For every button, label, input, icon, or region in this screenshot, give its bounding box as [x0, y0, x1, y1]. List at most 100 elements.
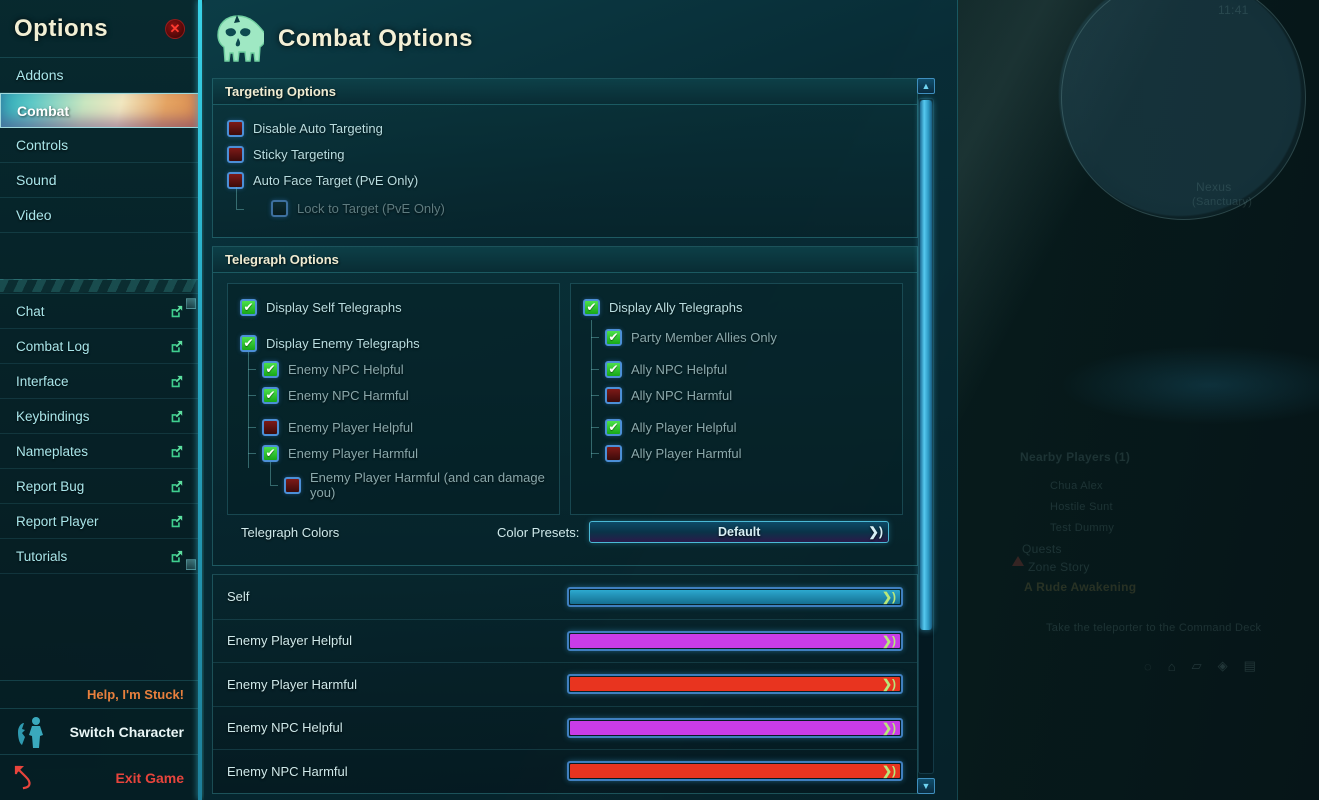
checkbox-row-enemy-npc-harmful[interactable]: Enemy NPC Harmful: [240, 382, 547, 408]
checkbox-auto-face-target[interactable]: [227, 171, 244, 189]
color-swatch-enemy-player-harmful[interactable]: ❯): [567, 674, 903, 695]
sidebar-item-addons[interactable]: Addons: [0, 58, 199, 93]
color-swatch-enemy-npc-helpful[interactable]: ❯): [567, 717, 903, 738]
checkbox-ally-npc-helpful[interactable]: [605, 360, 622, 378]
sidebar-item-report-player[interactable]: Report Player: [0, 504, 199, 539]
sidebar-item-controls[interactable]: Controls: [0, 128, 199, 163]
exit-game-button[interactable]: Exit Game: [0, 754, 200, 800]
checkbox-party-member-allies-only[interactable]: [605, 328, 622, 346]
checkbox-display-enemy-telegraphs[interactable]: [240, 334, 257, 352]
sidebar-item-tutorials[interactable]: Tutorials: [0, 539, 199, 574]
checkbox-row-enemy-player-harmful[interactable]: Enemy Player Harmful: [240, 440, 547, 466]
color-row-enemy-npc-harmful: Enemy NPC Harmful ❯): [213, 749, 917, 793]
checkbox-row-auto-face-target[interactable]: Auto Face Target (PvE Only): [227, 167, 903, 193]
chevron-right-icon: ❯): [868, 524, 883, 539]
tracker-quest-objective: Take the teleporter to the Command Deck: [1046, 622, 1262, 634]
sidebar-item-report-bug[interactable]: Report Bug: [0, 469, 199, 504]
checkbox-row-enemy-player-helpful[interactable]: Enemy Player Helpful: [240, 414, 547, 440]
sidebar-item-combat-log[interactable]: Combat Log: [0, 329, 199, 364]
help-im-stuck-label: Help, I'm Stuck!: [87, 687, 184, 702]
checkbox-disable-auto-targeting[interactable]: [227, 119, 244, 137]
secondary-nav: Chat Combat Log Interface Keybindings Na…: [0, 293, 199, 574]
help-im-stuck-button[interactable]: Help, I'm Stuck!: [0, 680, 200, 708]
minimap-zone-name: Nexus: [1196, 180, 1232, 194]
color-swatch-enemy-player-helpful[interactable]: ❯): [567, 630, 903, 651]
checkbox-ally-npc-harmful[interactable]: [605, 386, 622, 404]
character-icon: ◈: [1217, 658, 1228, 673]
tracker-entry: Test Dummy: [1050, 522, 1115, 534]
close-icon[interactable]: ✕: [165, 18, 185, 39]
telegraph-color-rows: Self ❯) Enemy Player Helpful ❯) Enemy Pl…: [212, 574, 918, 794]
checkbox-row-enemy-player-harmful-damage[interactable]: Enemy Player Harmful (and can damage you…: [240, 462, 547, 500]
checkbox-display-ally-telegraphs[interactable]: [583, 298, 600, 316]
checkbox-enemy-player-harmful-damage[interactable]: [284, 476, 301, 494]
checkbox-label: Party Member Allies Only: [631, 329, 777, 345]
checkbox-sticky-targeting[interactable]: [227, 145, 244, 163]
chevron-right-icon: ❯): [881, 633, 896, 648]
telegraph-colors-title: Telegraph Colors: [241, 524, 340, 540]
tree-line: [248, 369, 256, 370]
checkbox-row-display-enemy-telegraphs[interactable]: Display Enemy Telegraphs: [240, 330, 547, 356]
checkbox-row-ally-npc-harmful[interactable]: Ally NPC Harmful: [583, 382, 890, 408]
checkbox-row-display-ally-telegraphs[interactable]: Display Ally Telegraphs: [583, 294, 890, 320]
sidebar-item-label: Combat: [17, 102, 70, 119]
external-link-icon: [171, 305, 183, 317]
panel-scrollbar[interactable]: ▲ ▼: [917, 78, 935, 794]
checkbox-row-ally-npc-helpful[interactable]: Ally NPC Helpful: [583, 356, 890, 382]
checkbox-label: Display Enemy Telegraphs: [266, 335, 420, 351]
checkbox-ally-player-helpful[interactable]: [605, 418, 622, 436]
swatch-fill: [570, 764, 900, 779]
checkbox-row-disable-auto-targeting[interactable]: Disable Auto Targeting: [227, 115, 903, 141]
checkbox-row-enemy-npc-helpful[interactable]: Enemy NPC Helpful: [240, 356, 547, 382]
enemy-suboptions: Enemy NPC Helpful Enemy NPC Harmful Enem: [240, 352, 547, 500]
color-presets-dropdown[interactable]: Default ❯): [589, 521, 889, 543]
checkbox-label: Auto Face Target (PvE Only): [253, 172, 419, 188]
checkbox-row-ally-player-helpful[interactable]: Ally Player Helpful: [583, 414, 890, 440]
sidebar-item-label: Controls: [16, 137, 69, 153]
checkbox-display-self-telegraphs[interactable]: [240, 298, 257, 316]
sidebar-item-label: Addons: [16, 67, 64, 83]
checkbox-label: Enemy NPC Harmful: [288, 387, 409, 403]
scroll-down-button[interactable]: ▼: [917, 778, 935, 794]
sidebar-item-combat[interactable]: Combat: [0, 93, 199, 128]
targeting-options-header: Targeting Options: [213, 79, 917, 105]
scrollbar-thumb[interactable]: [920, 100, 932, 630]
combat-options-panel: Combat Options Targeting Options Disable…: [204, 0, 958, 800]
swatch-fill: [570, 633, 900, 648]
color-swatch-self[interactable]: ❯): [567, 586, 903, 607]
sidebar-item-nameplates[interactable]: Nameplates: [0, 434, 199, 469]
telegraph-options-header: Telegraph Options: [213, 247, 917, 273]
telegraph-options-body: Display Self Telegraphs Display Enemy Te…: [213, 273, 917, 565]
nav-scroll-down-handle[interactable]: [186, 559, 196, 570]
checkbox-enemy-npc-helpful[interactable]: [262, 360, 279, 378]
nav-scroll-up-handle[interactable]: [186, 298, 196, 309]
checkbox-ally-player-harmful[interactable]: [605, 444, 622, 462]
color-row-label: Enemy Player Helpful: [227, 633, 352, 649]
tree-line: [248, 395, 256, 396]
external-link-icon: [171, 550, 183, 562]
checkbox-label: Lock to Target (PvE Only): [297, 200, 445, 216]
checkbox-row-sticky-targeting[interactable]: Sticky Targeting: [227, 141, 903, 167]
sidebar-item-interface[interactable]: Interface: [0, 364, 199, 399]
checkbox-enemy-player-harmful[interactable]: [262, 444, 279, 462]
color-swatch-enemy-npc-harmful[interactable]: ❯): [567, 761, 903, 782]
switch-character-button[interactable]: Switch Character: [0, 708, 200, 754]
action-bar: ◌ ⌂ ▱ ◈ ▤: [1100, 655, 1300, 677]
sidebar-item-video[interactable]: Video: [0, 198, 199, 233]
checkbox-enemy-player-helpful[interactable]: [262, 418, 279, 436]
checkbox-row-party-member-allies-only[interactable]: Party Member Allies Only: [583, 324, 890, 350]
checkbox-row-display-self-telegraphs[interactable]: Display Self Telegraphs: [240, 294, 547, 320]
checkbox-label: Ally Player Harmful: [631, 445, 742, 461]
checkbox-enemy-npc-harmful[interactable]: [262, 386, 279, 404]
telegraph-enemy-column: Display Self Telegraphs Display Enemy Te…: [227, 283, 560, 515]
mount-icon: ▱: [1191, 658, 1202, 673]
tree-line: [270, 462, 271, 485]
sidebar-item-chat[interactable]: Chat: [0, 294, 199, 329]
checkbox-label: Ally Player Helpful: [631, 419, 737, 435]
sidebar-item-sound[interactable]: Sound: [0, 163, 199, 198]
chevron-right-icon: ❯): [881, 720, 896, 735]
sidebar-item-keybindings[interactable]: Keybindings: [0, 399, 199, 434]
checkbox-label: Ally NPC Harmful: [631, 387, 733, 403]
scroll-up-button[interactable]: ▲: [917, 78, 935, 94]
checkbox-row-ally-player-harmful[interactable]: Ally Player Harmful: [583, 440, 890, 466]
